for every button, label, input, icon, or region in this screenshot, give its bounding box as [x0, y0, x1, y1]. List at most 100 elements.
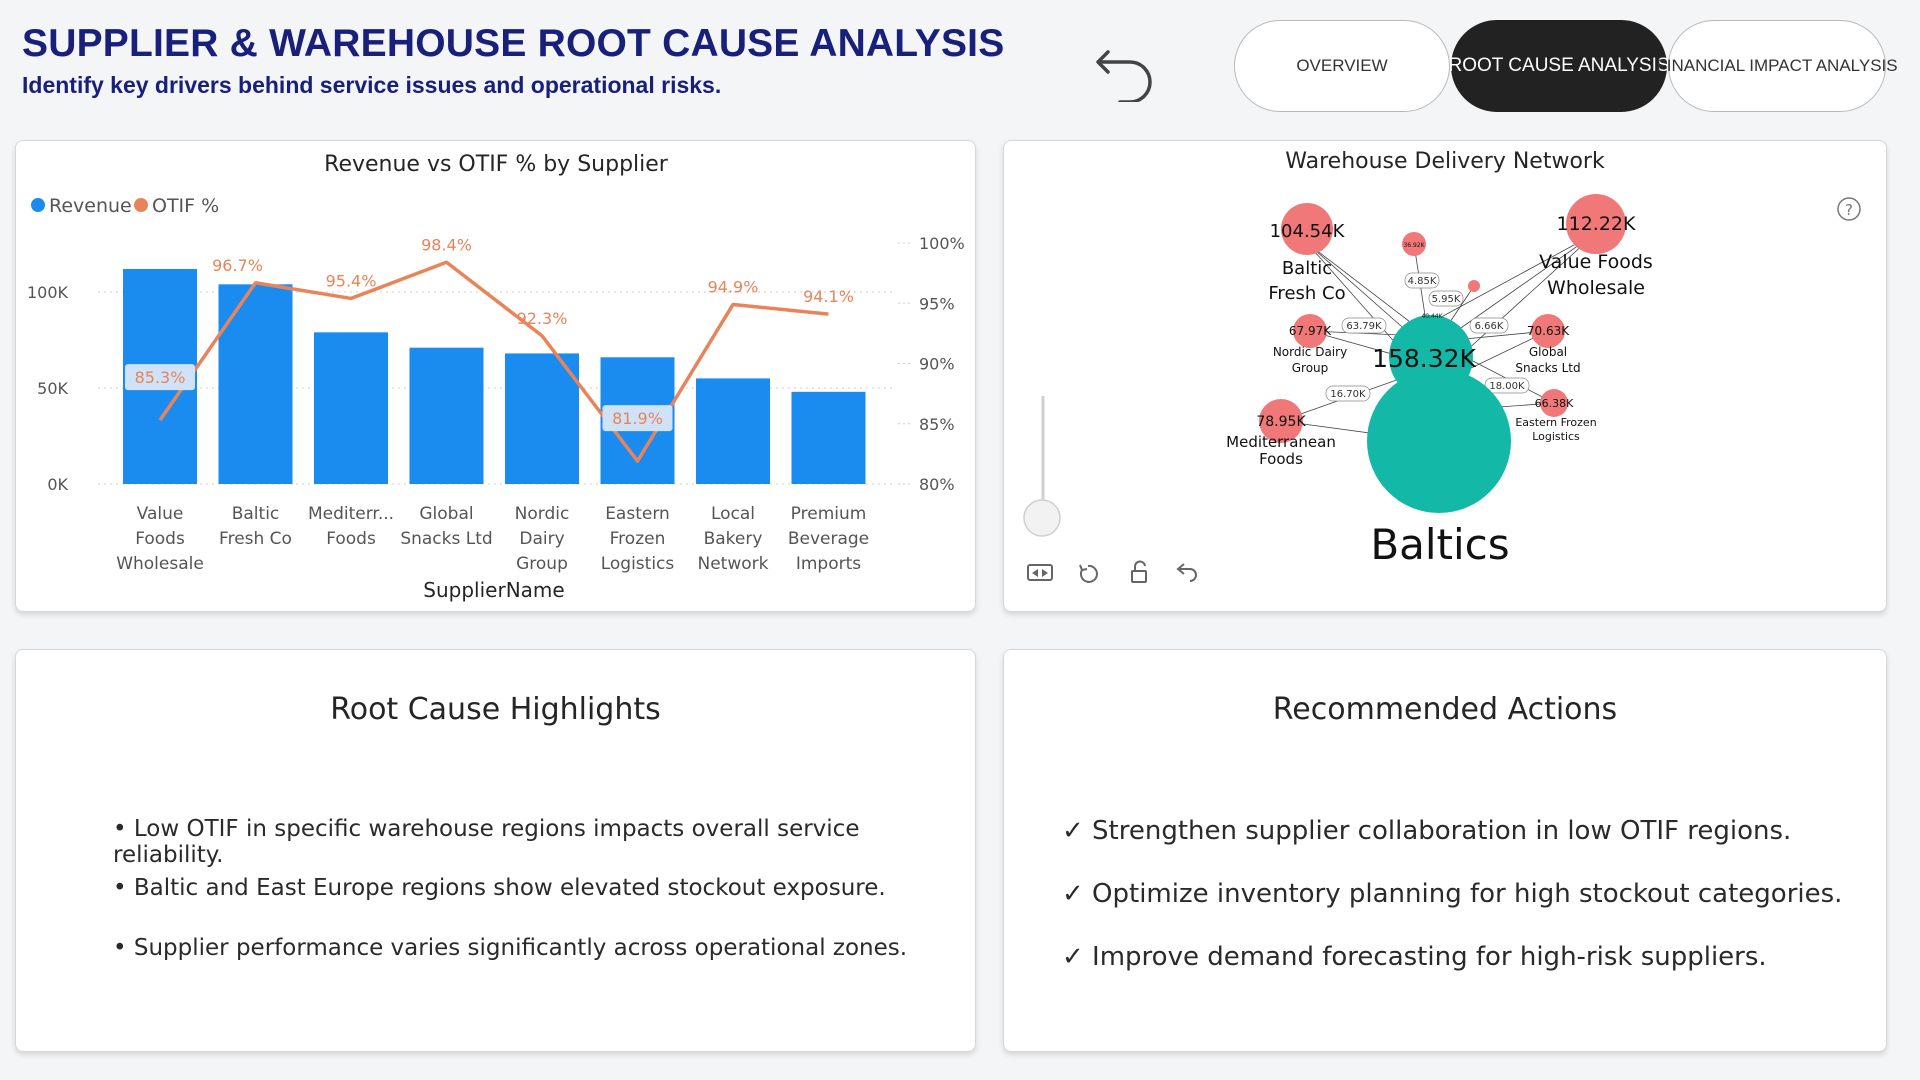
otif-data-label: 85.3% [135, 368, 186, 387]
warehouse-network-panel: Warehouse Delivery Network 4.85K 5.95K 6… [1003, 140, 1887, 612]
otif-data-label: 95.4% [326, 271, 377, 290]
x-tick-label: Frozen [610, 529, 666, 549]
revenue-bar [314, 332, 388, 484]
x-tick-label: Snacks Ltd [400, 529, 492, 549]
x-tick-label: Premium [791, 504, 867, 524]
x-tick-label: Group [516, 554, 568, 574]
x-tick-label: Network [698, 554, 769, 574]
y-left-tick-label: 100K [27, 283, 69, 302]
back-arrow-icon[interactable] [1090, 30, 1162, 102]
network-zoom-slider[interactable] [1023, 396, 1061, 537]
unlock-icon[interactable] [1131, 560, 1147, 583]
otif-data-label: 98.4% [421, 235, 472, 254]
y-right-tick-label: 80% [919, 475, 955, 494]
revenue-bar [409, 347, 484, 484]
nav-financial-impact-button[interactable]: FINANCIAL IMPACT ANALYSIS [1656, 20, 1898, 112]
edge-label: 63.79K [1346, 321, 1382, 332]
node-label: Logistics [1532, 430, 1580, 443]
y-left-tick-label: 0K [47, 475, 68, 494]
node-value: 70.63K [1527, 324, 1570, 338]
root-cause-highlights-panel: Root Cause Highlights • Low OTIF in spec… [15, 649, 976, 1052]
x-tick-label: Wholesale [116, 554, 204, 574]
fit-view-icon[interactable] [1027, 564, 1053, 581]
page-title: SUPPLIER & WAREHOUSE ROOT CAUSE ANALYSIS [22, 22, 1005, 65]
revenue-otif-chart: Revenue vs OTIF % by Supplier Revenue OT… [27, 152, 965, 602]
svg-text:?: ? [1845, 201, 1853, 219]
node-label: Wholesale [1547, 277, 1645, 299]
y-right-tick-label: 85% [919, 415, 955, 434]
network-toolbar[interactable] [1027, 560, 1197, 583]
node-value-small: 36.92K [1403, 242, 1425, 249]
x-tick-label: Global [419, 504, 473, 524]
node-label: Foods [1259, 450, 1303, 468]
otif-data-label: 94.1% [803, 287, 854, 306]
nav-root-cause-button[interactable]: ROOT CAUSE ANALYSIS [1448, 20, 1670, 112]
x-tick-label: Logistics [601, 554, 675, 574]
recommended-actions-panel: Recommended Actions ✓ Strengthen supplie… [1003, 649, 1887, 1052]
undo-icon[interactable] [1176, 563, 1197, 582]
x-tick-label: Mediterr... [308, 504, 394, 524]
x-tick-label: Dairy [519, 529, 564, 549]
node-value: 67.97K [1289, 324, 1332, 338]
edge-label: 5.95K [1432, 294, 1461, 305]
node-label: Group [1292, 361, 1329, 375]
nav-overview-button[interactable]: OVERVIEW [1234, 20, 1450, 112]
y-right-tick-label: 95% [919, 294, 955, 313]
legend-revenue-label: Revenue [49, 195, 132, 217]
legend-otif-marker [134, 198, 148, 212]
edge-label: 18.00K [1489, 381, 1525, 392]
action-item: ✓ Optimize inventory planning for high s… [1062, 879, 1843, 909]
hub-tiny-label: 40.44K [1421, 313, 1443, 320]
x-tick-label: Fresh Co [219, 529, 292, 549]
node-label: Baltic [1282, 258, 1332, 279]
hub-label: Baltics [1370, 520, 1509, 569]
y-left-tick-label: 50K [37, 379, 68, 398]
edge-label: 4.85K [1408, 276, 1437, 287]
otif-data-label: 92.3% [517, 309, 568, 328]
x-tick-label: Baltic [232, 504, 280, 524]
x-tick-label: Beverage [788, 529, 869, 549]
highlights-title: Root Cause Highlights [330, 692, 661, 727]
node-value: 66.38K [1535, 397, 1574, 410]
x-tick-label: Bakery [704, 529, 763, 549]
legend-otif-label: OTIF % [152, 195, 219, 217]
x-tick-label: Imports [796, 554, 861, 574]
warehouse-network-graph: 4.85K 5.95K 63.79K 6.66K 16.70K 18.00K 1… [1023, 194, 1861, 583]
otif-data-label: 96.7% [212, 256, 263, 275]
action-item: ✓ Improve demand forecasting for high-ri… [1062, 942, 1767, 972]
network-hub[interactable]: 158.32K Baltics [1367, 315, 1511, 569]
edge-label: 6.66K [1475, 321, 1504, 332]
node-label: Mediterranean [1226, 433, 1336, 451]
x-tick-label: Foods [326, 529, 376, 549]
x-tick-label: Eastern [605, 504, 670, 524]
node-value: 78.95K [1256, 414, 1306, 430]
x-tick-label: Nordic [515, 504, 570, 524]
revenue-bar [696, 378, 770, 484]
page-subtitle: Identify key drivers behind service issu… [22, 72, 722, 98]
y-right-tick-label: 100% [919, 234, 965, 253]
refresh-icon[interactable] [1079, 564, 1098, 583]
chart-x-axis-title: SupplierName [423, 578, 564, 602]
revenue-otif-chart-panel: Revenue vs OTIF % by Supplier Revenue OT… [15, 140, 976, 612]
otif-data-label: 81.9% [612, 409, 663, 428]
help-icon[interactable]: ? [1837, 197, 1861, 221]
revenue-bar [505, 353, 579, 484]
zoom-slider-handle[interactable] [1023, 499, 1061, 537]
highlight-item: • Baltic and East Europe regions show el… [113, 875, 886, 901]
hub-value: 158.32K [1372, 344, 1476, 373]
chart-legend: Revenue OTIF % [31, 195, 219, 217]
highlight-item: • Low OTIF in specific warehouse regions… [113, 816, 860, 868]
chart-title: Revenue vs OTIF % by Supplier [324, 152, 669, 177]
node-label: Nordic Dairy [1273, 345, 1347, 359]
node-label: Value Foods [1539, 251, 1653, 273]
highlight-item: • Supplier performance varies significan… [113, 935, 908, 961]
legend-revenue-marker [31, 198, 45, 212]
y-right-tick-label: 90% [919, 355, 955, 374]
node-label: Eastern Frozen [1515, 416, 1596, 429]
node-label: Global [1529, 345, 1567, 359]
node-small-2[interactable] [1468, 280, 1480, 292]
x-tick-label: Value [137, 504, 184, 524]
node-label: Fresh Co [1268, 283, 1345, 304]
revenue-bar [218, 284, 293, 484]
edge-label: 16.70K [1330, 389, 1366, 400]
